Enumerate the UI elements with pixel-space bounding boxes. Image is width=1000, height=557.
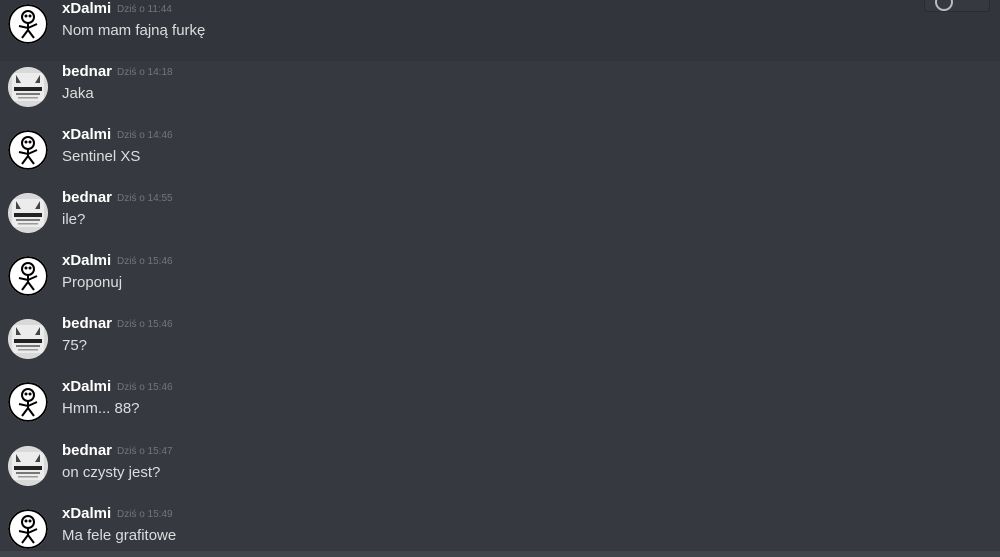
message-timestamp: Dziś o 15:46	[117, 256, 173, 267]
message-author[interactable]: xDalmi	[62, 0, 111, 17]
message-text: Proponuj	[62, 274, 123, 291]
avatar[interactable]	[8, 446, 48, 486]
chat-messages[interactable]: xDalmi Dziś o 11:44 Nom mam fajną furkę …	[0, 0, 1000, 557]
message-timestamp: Dziś o 14:46	[117, 130, 173, 141]
avatar[interactable]	[8, 67, 48, 107]
message-input-edge	[0, 551, 1000, 557]
message-text: on czysty jest?	[62, 464, 161, 481]
avatar[interactable]	[8, 193, 48, 233]
avatar[interactable]	[8, 256, 48, 296]
stick-figure-icon	[8, 509, 48, 549]
avatar[interactable]	[8, 130, 48, 170]
message-text: Sentinel XS	[62, 148, 141, 165]
message-author[interactable]: bednar	[62, 315, 112, 332]
message-item[interactable]: xDalmi Dziś o 15:46 Proponuj	[0, 250, 1000, 313]
reaction-icon[interactable]	[935, 0, 953, 11]
message-author[interactable]: xDalmi	[62, 378, 111, 395]
message-timestamp: Dziś o 15:46	[117, 382, 173, 393]
message-timestamp: Dziś o 15:46	[117, 319, 173, 330]
message-timestamp: Dziś o 14:55	[117, 193, 173, 204]
message-item[interactable]: bednar Dziś o 14:55 ile?	[0, 187, 1000, 250]
poster-icon	[8, 319, 48, 359]
message-item[interactable]: xDalmi Dziś o 15:46 Hmm... 88?	[0, 376, 1000, 439]
message-item[interactable]: xDalmi Dziś o 11:44 Nom mam fajną furkę	[0, 0, 1000, 61]
message-timestamp: Dziś o 11:44	[117, 4, 172, 15]
message-text: Ma fele grafitowe	[62, 527, 177, 544]
message-text: Nom mam fajną furkę	[62, 22, 206, 39]
message-timestamp: Dziś o 15:49	[117, 509, 173, 520]
message-text: 75?	[62, 337, 88, 354]
message-author[interactable]: bednar	[62, 189, 112, 206]
avatar[interactable]	[8, 382, 48, 422]
stick-figure-icon	[8, 130, 48, 170]
message-item[interactable]: xDalmi Dziś o 15:49 Ma fele grafitowe	[0, 503, 1000, 557]
stick-figure-icon	[8, 4, 48, 44]
message-item[interactable]: xDalmi Dziś o 14:46 Sentinel XS	[0, 124, 1000, 187]
message-text: Jaka	[62, 85, 94, 102]
avatar[interactable]	[8, 319, 48, 359]
avatar[interactable]	[8, 509, 48, 549]
message-item[interactable]: bednar Dziś o 15:47 on czysty jest?	[0, 440, 1000, 503]
message-author[interactable]: xDalmi	[62, 126, 111, 143]
message-author[interactable]: xDalmi	[62, 505, 111, 522]
poster-icon	[8, 67, 48, 107]
message-item[interactable]: bednar Dziś o 15:46 75?	[0, 313, 1000, 376]
message-item[interactable]: bednar Dziś o 14:18 Jaka	[0, 61, 1000, 124]
message-timestamp: Dziś o 15:47	[117, 446, 173, 457]
avatar[interactable]	[8, 4, 48, 44]
message-text: ile?	[62, 211, 86, 228]
message-author[interactable]: bednar	[62, 63, 112, 80]
message-timestamp: Dziś o 14:18	[117, 67, 173, 78]
message-toolbar[interactable]	[924, 0, 990, 12]
message-author[interactable]: bednar	[62, 442, 112, 459]
message-text: Hmm... 88?	[62, 400, 140, 417]
poster-icon	[8, 193, 48, 233]
message-author[interactable]: xDalmi	[62, 252, 111, 269]
poster-icon	[8, 446, 48, 486]
stick-figure-icon	[8, 256, 48, 296]
stick-figure-icon	[8, 382, 48, 422]
